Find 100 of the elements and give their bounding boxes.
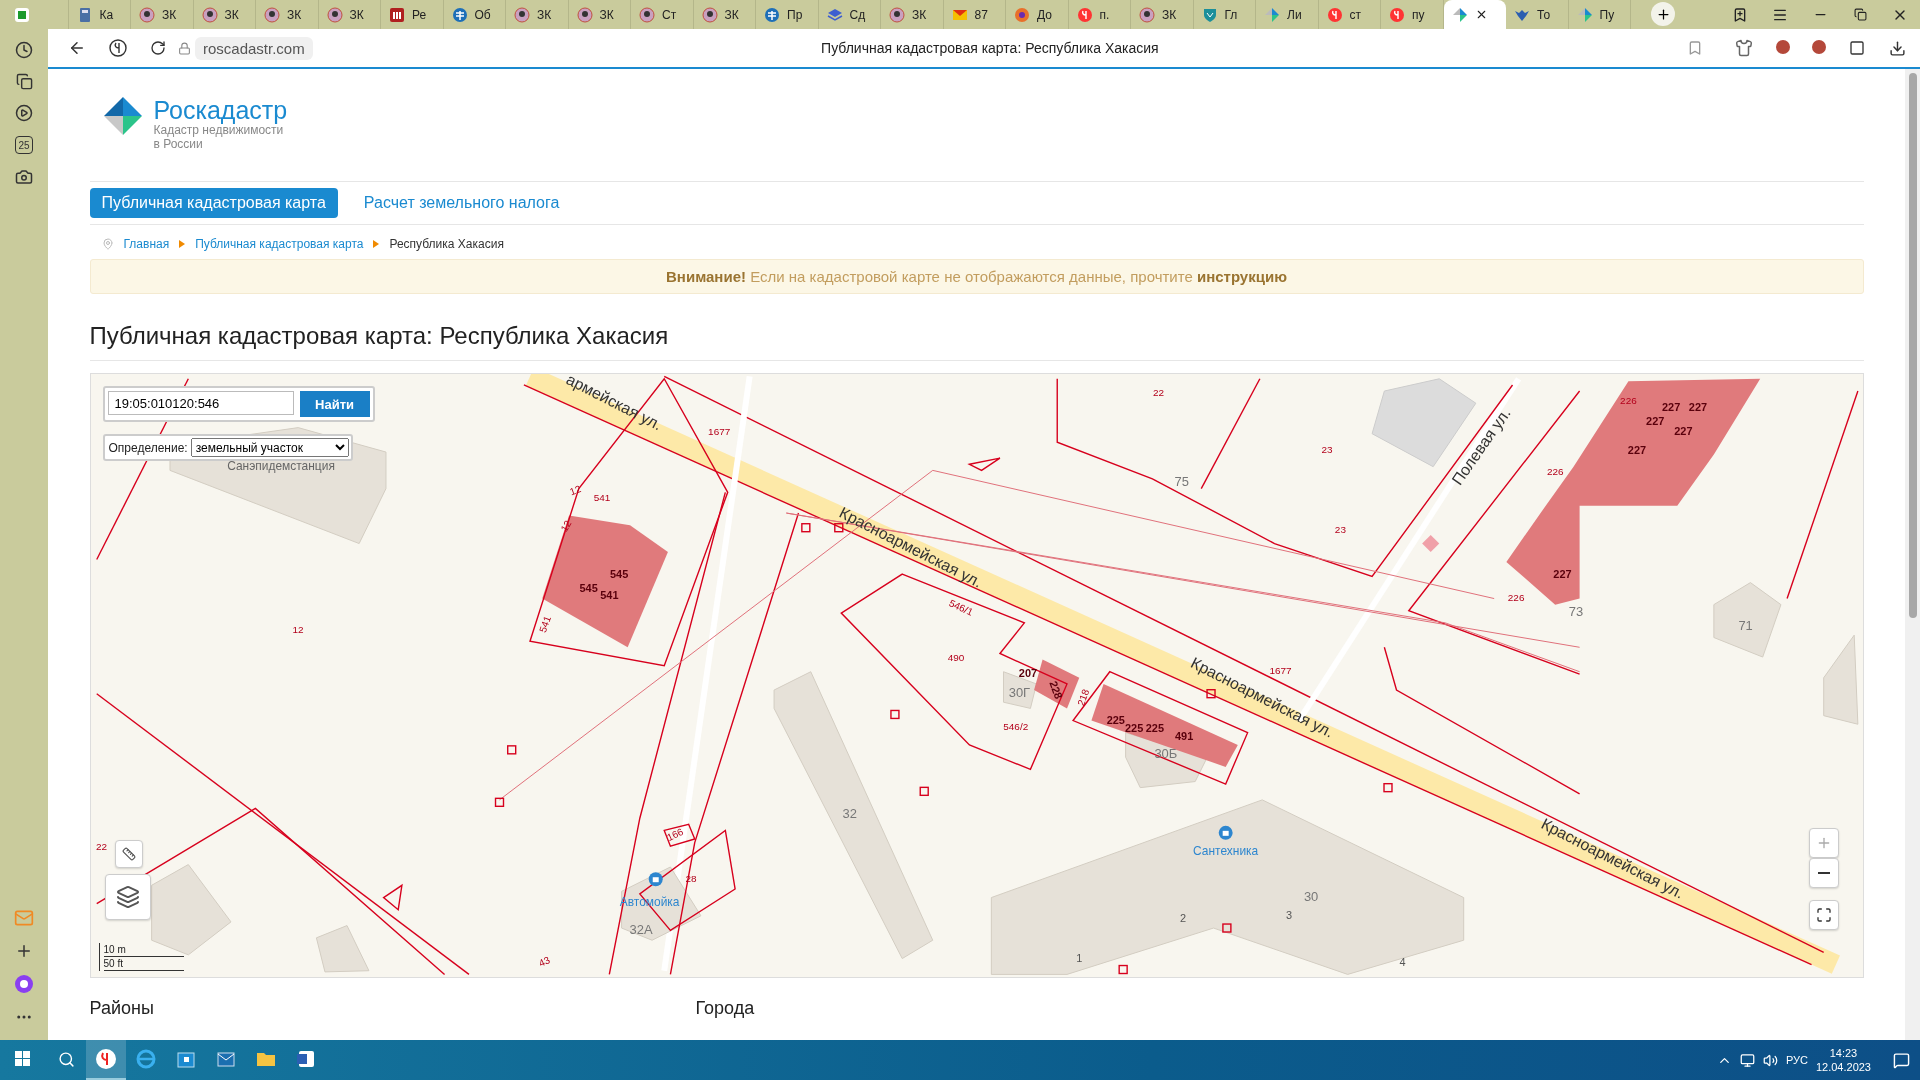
tab-favicon-icon [1264,6,1280,23]
tab-favicon-icon [14,6,30,23]
parcel-label: 12 [567,483,582,498]
parcel-label: 541 [536,614,553,634]
parcel-label: 22 [95,840,107,852]
shop-pin-icon[interactable] [648,872,663,887]
tab-favicon-icon [514,6,530,23]
volume-icon[interactable] [1762,1052,1778,1068]
location-icon [101,238,114,250]
parcel-label: 226 [1546,466,1563,478]
building-label: 30Г [1008,685,1030,701]
tab-favicon-icon [389,6,405,23]
tab-favicon-icon [1201,6,1218,23]
shop-pin-icon[interactable] [1218,825,1233,840]
reload-icon[interactable] [150,40,166,56]
fullscreen-button[interactable] [1808,900,1839,930]
building-label: 30 [1303,889,1318,905]
home-icon[interactable] [108,38,128,58]
entrance-label: 1 [1075,952,1082,965]
breadcrumb-link[interactable]: Публичная кадастровая карта [195,237,364,251]
parcel-label: 23 [1320,444,1332,456]
object-label: 227 [1688,400,1707,413]
bookmark-icon[interactable] [1687,40,1703,56]
separator-icon [179,240,186,248]
browser-app-icon[interactable] [95,1048,117,1070]
breadcrumb-link[interactable]: Главная [123,237,170,251]
tab-favicon-icon [264,6,280,23]
tab-favicon-icon [1076,6,1093,23]
breadcrumb-current: Республика Хакасия [389,237,504,251]
plus-icon [1655,6,1671,22]
object-label: 545 [609,567,628,580]
parcel-label: 226 [1619,395,1637,407]
building-label: 32А [629,922,653,938]
calendar-day[interactable]: 25 [15,136,33,154]
add-icon[interactable] [15,942,33,960]
history-icon[interactable] [15,41,33,59]
notice-message: Внимание! Если на кадастровой карте не отображаются данные, прочтите инструкцию [89,259,1864,294]
tab-favicon-icon [639,6,655,23]
layers-button[interactable] [104,874,151,920]
tab-favicon-icon [889,6,905,23]
nav-tab[interactable]: Публичная кадастровая карта [89,188,338,218]
download-icon[interactable] [1889,39,1906,57]
scale-label: 50 ft [103,957,184,971]
logo-tagline: Кадастр недвижимости [153,123,284,137]
tab-favicon-icon [1389,6,1405,23]
windows-logo-icon [15,1051,31,1067]
object-label: 207 [1018,666,1037,679]
object-label: 545 [578,582,598,595]
parcel-label: 22 [1152,386,1164,398]
ruler-button[interactable] [114,840,143,868]
browser-tab[interactable] [1443,0,1506,29]
layers-icon [115,885,140,909]
collections-icon[interactable] [1732,6,1748,23]
new-tab-button[interactable] [1651,2,1675,26]
tab-favicon-icon [826,6,843,23]
extension-icon[interactable] [1849,40,1865,56]
nav-tab[interactable]: Расчет земельного налога [351,188,572,218]
address-field[interactable]: roscadastr.com [195,36,313,60]
tab-favicon-icon [701,6,718,23]
notes-icon[interactable] [15,73,33,90]
network-icon[interactable] [1739,1052,1755,1068]
scrollbar[interactable] [1905,69,1920,1040]
object-label: 227 [1645,415,1664,428]
notifications-icon[interactable] [1893,1051,1910,1069]
parcel-label: 218 [1074,687,1091,708]
building-label: 71 [1737,618,1753,634]
tab-favicon-icon [139,6,155,23]
object-label: 227 [1673,424,1692,437]
camera-icon[interactable] [15,168,33,186]
logo-icon[interactable] [103,97,142,135]
search-field[interactable]: 19:05:010120:546 [107,391,294,415]
parcel-label: 23 [1334,523,1346,535]
scale-label: 10 m [103,943,184,957]
object-label: 225 [1106,714,1125,727]
object-label: 225 [1124,721,1143,734]
play-icon[interactable] [15,104,33,122]
entrance-label: 3 [1285,909,1292,922]
back-icon[interactable] [68,39,86,57]
document-app-icon[interactable] [295,1048,317,1070]
parcel-label: 12 [558,518,574,534]
search-icon[interactable] [57,1050,75,1068]
assistant-icon[interactable] [14,974,34,994]
building-label: 73 [1568,603,1583,619]
parcel-label: 226 [1507,591,1524,603]
zoom-out-button[interactable] [1808,858,1839,888]
object-label: 227 [1552,567,1572,580]
separator-icon [373,240,380,248]
restore-icon[interactable] [1853,8,1867,21]
place-label: Санэпидемстанция [226,459,335,474]
tab-favicon-icon [201,6,218,23]
language-indicator[interactable]: РУС [1785,1054,1808,1066]
section-heading: Районы [89,998,155,1019]
definition-select[interactable]: земельный участок [190,438,349,457]
find-button[interactable]: Найти [299,391,370,417]
tab-favicon-icon [1451,6,1468,23]
object-label: 225 [1145,721,1164,734]
extension-icon[interactable] [1735,39,1753,57]
object-label: 227 [1661,400,1680,413]
lock-icon [178,41,191,55]
clock[interactable]: 14:23 12.04.2023 [1815,1046,1871,1074]
